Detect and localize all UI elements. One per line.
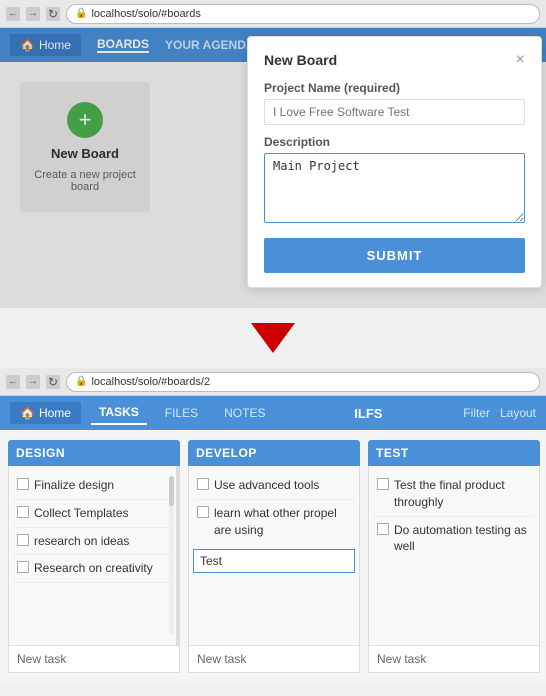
task-text: research on ideas	[34, 533, 168, 550]
develop-task-input[interactable]	[193, 549, 355, 573]
project-name-label: Project Name (required)	[264, 81, 525, 95]
back-button-1[interactable]: ←	[6, 7, 20, 21]
design-new-task[interactable]: New task	[8, 646, 180, 673]
develop-column: DEVELOP Use advanced tools learn what ot…	[188, 440, 360, 673]
task-text: Use advanced tools	[214, 477, 351, 494]
develop-column-header: DEVELOP	[188, 440, 360, 466]
board-detail-page: 🏠 Home TASKS FILES NOTES ILFS Filter Lay…	[0, 396, 546, 683]
lock-icon-1: 🔒	[75, 8, 87, 19]
modal-title: New Board	[264, 52, 337, 68]
project-name-input[interactable]	[264, 99, 525, 125]
list-item: research on ideas	[13, 528, 172, 556]
new-board-modal: New Board × Project Name (required) Desc…	[247, 36, 542, 288]
address-bar-1[interactable]: 🔒 localhost/solo/#boards	[66, 4, 540, 24]
board-title-area: ILFS	[283, 406, 453, 421]
design-column: DESIGN Finalize design Collect Templates…	[8, 440, 180, 673]
url-text-2: localhost/solo/#boards/2	[91, 376, 210, 388]
list-item: Research on creativity	[13, 555, 172, 583]
task-checkbox[interactable]	[377, 478, 389, 490]
task-checkbox[interactable]	[17, 561, 29, 573]
task-text: learn what other propel are using	[214, 505, 351, 539]
list-item: Use advanced tools	[193, 472, 355, 500]
board-nav-right: Filter Layout	[463, 406, 536, 420]
task-checkbox[interactable]	[197, 478, 209, 490]
url-text-1: localhost/solo/#boards	[91, 8, 200, 20]
task-text: Test the final product throughly	[394, 477, 531, 511]
task-text: Collect Templates	[34, 505, 168, 522]
browser-chrome-2: ← → ↻ 🔒 localhost/solo/#boards/2	[0, 368, 546, 396]
list-item: Do automation testing as well	[373, 517, 535, 561]
scrollbar-track	[169, 476, 174, 635]
browser-chrome-1: ← → ↻ 🔒 localhost/solo/#boards	[0, 0, 546, 28]
list-item: Collect Templates	[13, 500, 172, 528]
test-column-header: TEST	[368, 440, 540, 466]
board-home-icon: 🏠	[20, 406, 35, 420]
arrow-divider	[0, 308, 546, 368]
task-checkbox[interactable]	[197, 506, 209, 518]
refresh-button-1[interactable]: ↻	[46, 7, 60, 21]
task-checkbox[interactable]	[17, 506, 29, 518]
submit-button[interactable]: SUBMIT	[264, 238, 525, 273]
test-column: TEST Test the final product throughly Do…	[368, 440, 540, 673]
develop-new-task[interactable]: New task	[188, 646, 360, 673]
description-label: Description	[264, 135, 525, 149]
test-column-body: Test the final product throughly Do auto…	[368, 466, 540, 646]
task-text: Do automation testing as well	[394, 522, 531, 556]
notes-tab[interactable]: NOTES	[216, 402, 273, 424]
refresh-button-2[interactable]: ↻	[46, 375, 60, 389]
modal-header: New Board ×	[264, 51, 525, 69]
list-item: Finalize design	[13, 472, 172, 500]
description-textarea[interactable]: Main Project	[264, 153, 525, 223]
task-checkbox[interactable]	[17, 478, 29, 490]
back-button-2[interactable]: ←	[6, 375, 20, 389]
list-item: Test the final product throughly	[373, 472, 535, 517]
board-nav-row: 🏠 Home TASKS FILES NOTES ILFS Filter Lay…	[0, 396, 546, 430]
board-title: ILFS	[354, 406, 382, 421]
task-text: Finalize design	[34, 477, 168, 494]
tasks-tab[interactable]: TASKS	[91, 401, 147, 425]
design-column-body: Finalize design Collect Templates resear…	[8, 466, 180, 646]
forward-button-2[interactable]: →	[26, 375, 40, 389]
develop-column-body: Use advanced tools learn what other prop…	[188, 466, 360, 646]
down-arrow-icon	[251, 323, 295, 353]
design-column-header: DESIGN	[8, 440, 180, 466]
task-checkbox[interactable]	[377, 523, 389, 535]
task-text: Research on creativity	[34, 560, 168, 577]
lock-icon-2: 🔒	[75, 376, 87, 387]
scrollbar-thumb[interactable]	[169, 476, 174, 506]
modal-close-button[interactable]: ×	[516, 51, 525, 69]
files-tab[interactable]: FILES	[157, 402, 206, 424]
board-navbar: 🏠 Home TASKS FILES NOTES ILFS Filter Lay…	[0, 396, 546, 430]
filter-button[interactable]: Filter	[463, 406, 490, 420]
forward-button-1[interactable]: →	[26, 7, 40, 21]
task-checkbox[interactable]	[17, 534, 29, 546]
address-bar-2[interactable]: 🔒 localhost/solo/#boards/2	[66, 372, 540, 392]
board-home-button[interactable]: 🏠 Home	[10, 402, 81, 424]
columns-area: DESIGN Finalize design Collect Templates…	[0, 430, 546, 683]
boards-page: 🏠 Home BOARDS YOUR AGENDA + New Board Cr…	[0, 28, 546, 308]
board-home-label: Home	[39, 406, 71, 420]
list-item: learn what other propel are using	[193, 500, 355, 544]
test-new-task[interactable]: New task	[368, 646, 540, 673]
layout-button[interactable]: Layout	[500, 406, 536, 420]
